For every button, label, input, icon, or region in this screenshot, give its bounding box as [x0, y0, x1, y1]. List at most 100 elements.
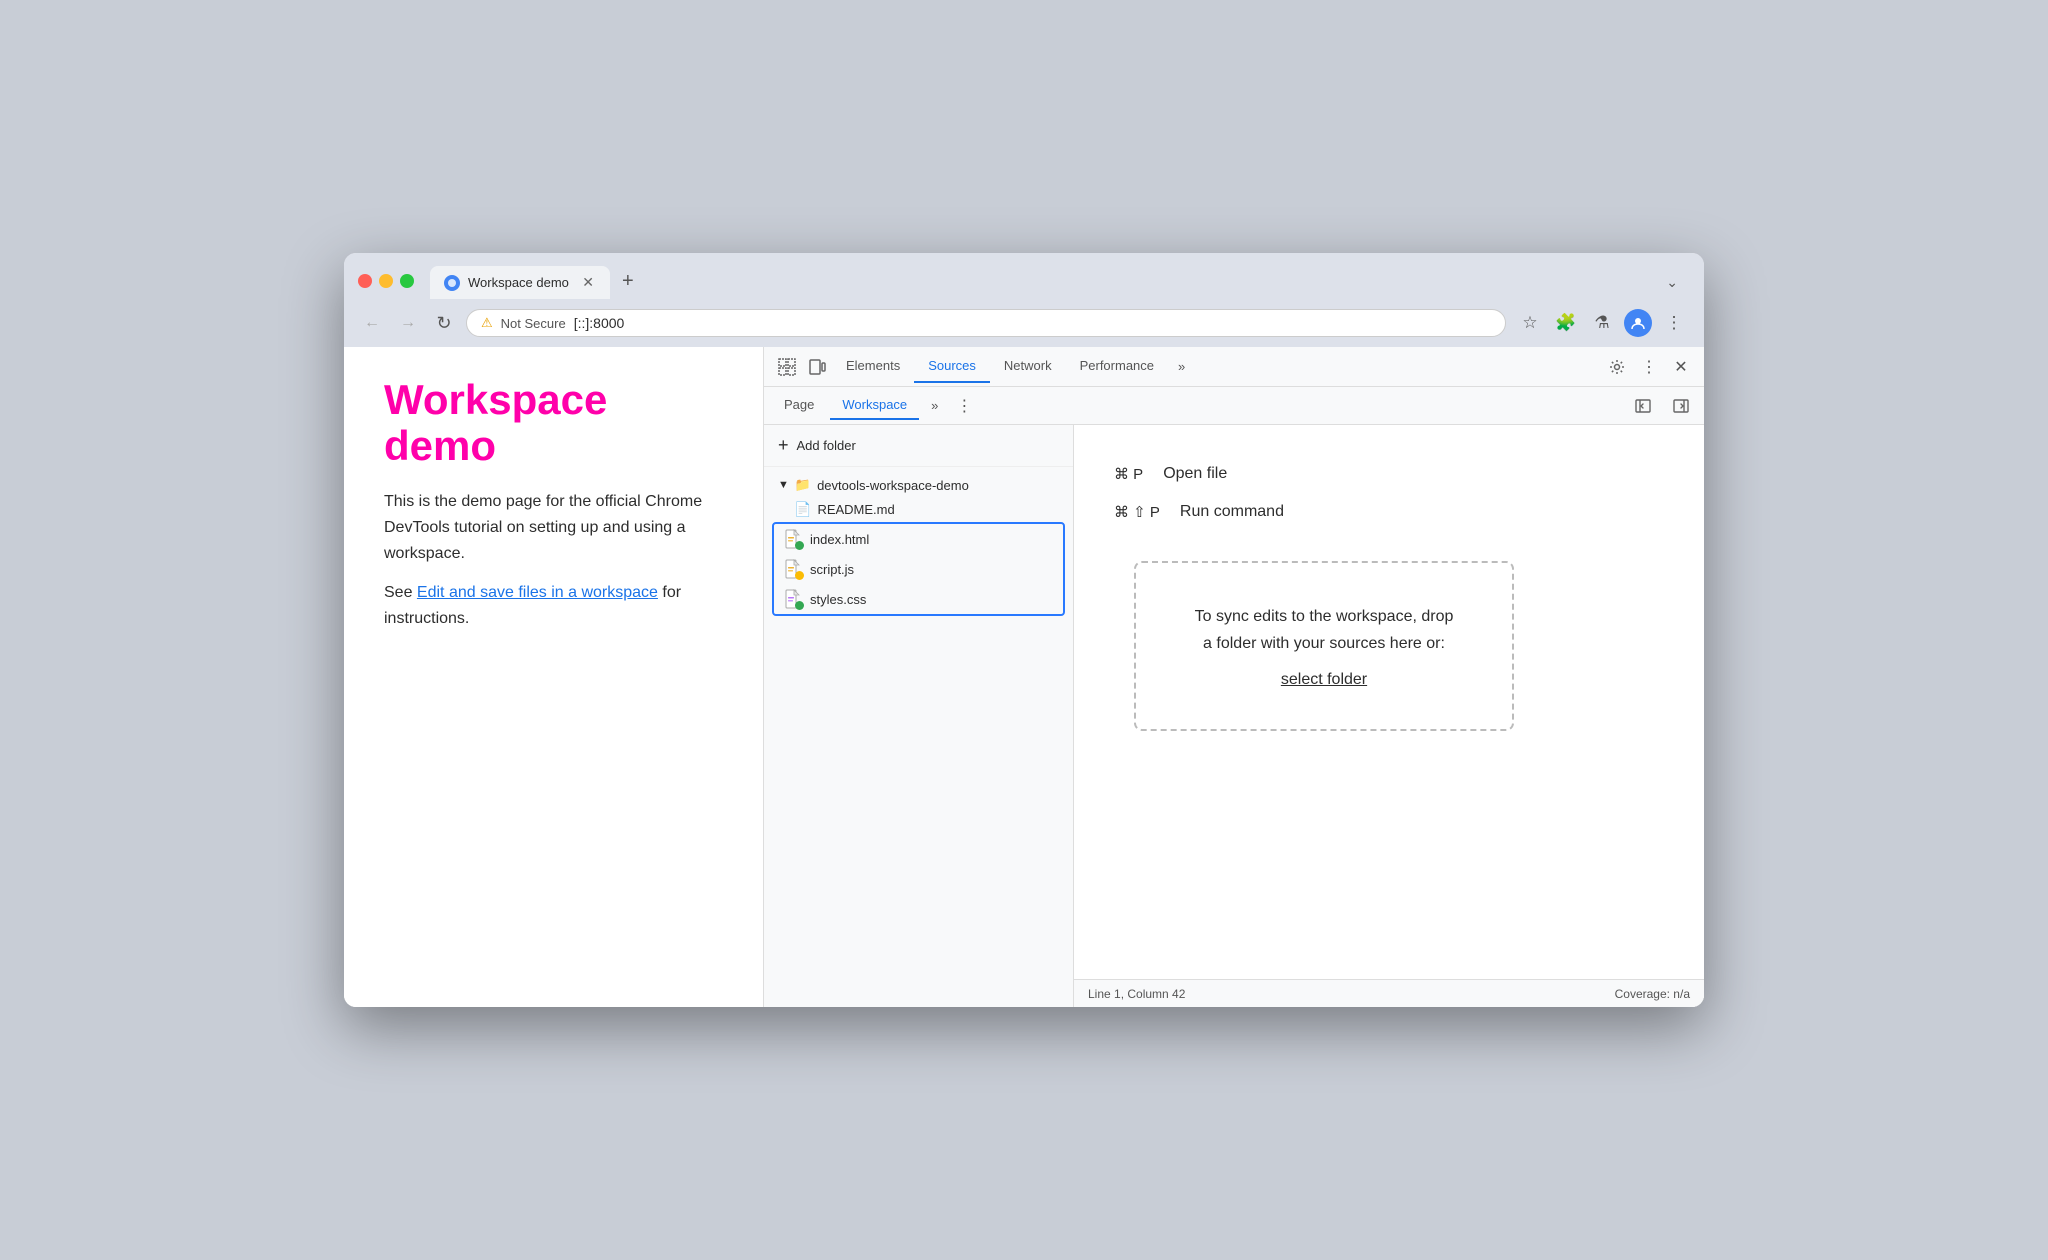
- highlighted-files-group: index.html: [772, 522, 1065, 616]
- extensions-button[interactable]: 🧩: [1550, 307, 1582, 339]
- workspace-drop-zone[interactable]: To sync edits to the workspace, drop a f…: [1134, 561, 1514, 731]
- extensions-icon: 🧩: [1555, 313, 1576, 333]
- toolbar: ← → ↻ ⚠ Not Secure [::]:8000 ☆ 🧩 ⚗: [344, 299, 1704, 347]
- security-icon: ⚠: [481, 315, 493, 331]
- more-tabs-button[interactable]: »: [1168, 351, 1195, 382]
- folder-expand-icon: ▼: [778, 479, 789, 491]
- scriptjs-icon: [784, 559, 802, 579]
- devtools-statusbar: Line 1, Column 42 Coverage: n/a: [1074, 979, 1704, 1007]
- tab-bar: Workspace demo ✕ + ⌄: [430, 263, 1690, 299]
- sources-more-tabs-button[interactable]: »: [923, 392, 946, 419]
- new-tab-button[interactable]: +: [610, 263, 646, 299]
- refresh-icon: ↻: [436, 313, 451, 334]
- hide-navigator-button[interactable]: [1628, 391, 1658, 421]
- tab-favicon: [444, 275, 460, 291]
- run-command-shortcut: ⌘ ⇧ P Run command: [1114, 503, 1284, 521]
- stylescss-file[interactable]: styles.css: [774, 584, 1063, 614]
- maximize-button[interactable]: [400, 274, 414, 288]
- shortcuts-area: ⌘ P Open file ⌘ ⇧ P Run command To sync …: [1074, 425, 1704, 979]
- sources-tab-workspace[interactable]: Workspace: [830, 391, 919, 420]
- indexhtml-icon: [784, 529, 802, 549]
- content-area: Workspace demo This is the demo page for…: [344, 347, 1704, 1007]
- open-file-keys: ⌘ P: [1114, 465, 1143, 483]
- devtools-settings-button[interactable]: [1602, 352, 1632, 382]
- traffic-lights: [358, 274, 414, 288]
- browser-tab[interactable]: Workspace demo ✕: [430, 266, 610, 299]
- avatar: [1624, 309, 1652, 337]
- workspace-tutorial-link[interactable]: Edit and save files in a workspace: [417, 584, 658, 601]
- drop-text: To sync edits to the workspace, drop a f…: [1195, 603, 1454, 657]
- back-button[interactable]: ←: [358, 309, 386, 337]
- forward-button[interactable]: →: [394, 309, 422, 337]
- scriptjs-dot: [795, 571, 804, 580]
- plus-icon: +: [778, 435, 789, 456]
- tab-elements[interactable]: Elements: [832, 350, 914, 383]
- stylescss-filename: styles.css: [810, 592, 866, 607]
- devtools-more-options[interactable]: ⋮: [1634, 352, 1664, 382]
- device-mode-button[interactable]: [802, 352, 832, 382]
- folder-icon: 📁: [795, 477, 811, 493]
- profile-picture-button[interactable]: [1622, 307, 1654, 339]
- readme-file[interactable]: 📄 README.md: [764, 497, 1073, 522]
- sources-content: + Add folder ▼ 📁 devtools-workspace-demo…: [764, 425, 1704, 1007]
- inspect-element-button[interactable]: [772, 352, 802, 382]
- tab-network[interactable]: Network: [990, 350, 1066, 383]
- scriptjs-file[interactable]: script.js: [774, 554, 1063, 584]
- file-tree: ▼ 📁 devtools-workspace-demo 📄 README.md: [764, 467, 1073, 1007]
- tab-sources[interactable]: Sources: [914, 350, 990, 383]
- minimize-button[interactable]: [379, 274, 393, 288]
- tab-performance[interactable]: Performance: [1066, 350, 1168, 383]
- close-button[interactable]: [358, 274, 372, 288]
- drop-text-line1: To sync edits to the workspace, drop: [1195, 608, 1454, 625]
- sources-bar: Page Workspace » ⋮: [764, 387, 1704, 425]
- devtools-top-right: ⋮ ✕: [1602, 352, 1696, 382]
- title-bar: Workspace demo ✕ + ⌄: [344, 253, 1704, 299]
- forward-icon: →: [400, 314, 416, 332]
- devtools-toggle-button[interactable]: ⚗: [1586, 307, 1618, 339]
- tab-close-button[interactable]: ✕: [580, 274, 596, 291]
- tab-title: Workspace demo: [468, 275, 572, 290]
- devtools-tabs: Elements Sources Network Performance »: [832, 350, 1602, 383]
- drop-text-line2: a folder with your sources here or:: [1203, 635, 1445, 652]
- collapse-panel-button[interactable]: [1666, 391, 1696, 421]
- stylescss-dot: [795, 601, 804, 610]
- run-command-keys: ⌘ ⇧ P: [1114, 503, 1160, 521]
- file-tree-panel: + Add folder ▼ 📁 devtools-workspace-demo…: [764, 425, 1074, 1007]
- toolbar-icons: ☆ 🧩 ⚗ ⋮: [1514, 307, 1690, 339]
- link-prefix: See: [384, 584, 417, 601]
- address-bar[interactable]: ⚠ Not Secure [::]:8000: [466, 309, 1506, 337]
- add-folder-label: Add folder: [797, 438, 856, 453]
- chrome-menu-button[interactable]: ⋮: [1658, 307, 1690, 339]
- editor-main: ⌘ P Open file ⌘ ⇧ P Run command To sync …: [1074, 425, 1704, 979]
- indexhtml-filename: index.html: [810, 532, 869, 547]
- editor-panel: ⌘ P Open file ⌘ ⇧ P Run command To sync …: [1074, 425, 1704, 1007]
- browser-window: Workspace demo ✕ + ⌄ ← → ↻ ⚠ Not Secure …: [344, 253, 1704, 1007]
- open-file-shortcut: ⌘ P Open file: [1114, 465, 1227, 483]
- bookmark-icon: ☆: [1522, 313, 1537, 333]
- scriptjs-filename: script.js: [810, 562, 854, 577]
- open-file-label: Open file: [1163, 465, 1227, 483]
- run-command-label: Run command: [1180, 503, 1284, 521]
- security-label: Not Secure: [501, 316, 566, 331]
- coverage-status: Coverage: n/a: [1615, 987, 1690, 1001]
- page-description: This is the demo page for the official C…: [384, 489, 723, 566]
- back-icon: ←: [364, 314, 380, 332]
- menu-icon: ⋮: [1666, 313, 1683, 333]
- page-link-paragraph: See Edit and save files in a workspace f…: [384, 580, 723, 631]
- add-folder-button[interactable]: + Add folder: [764, 425, 1073, 467]
- indexhtml-file[interactable]: index.html: [774, 524, 1063, 554]
- devtools-close-button[interactable]: ✕: [1666, 352, 1696, 382]
- workspace-folder[interactable]: ▼ 📁 devtools-workspace-demo: [764, 473, 1073, 497]
- tab-overflow-button[interactable]: ⌄: [1654, 266, 1690, 299]
- webpage: Workspace demo This is the demo page for…: [344, 347, 764, 1007]
- sources-right-buttons: [1628, 391, 1696, 421]
- select-folder-link[interactable]: select folder: [1281, 671, 1367, 689]
- bookmark-button[interactable]: ☆: [1514, 307, 1546, 339]
- indexhtml-dot: [795, 541, 804, 550]
- cursor-position: Line 1, Column 42: [1088, 987, 1185, 1001]
- devtools-icon: ⚗: [1594, 313, 1609, 333]
- page-title: Workspace demo: [384, 377, 723, 469]
- sources-tab-page[interactable]: Page: [772, 391, 826, 420]
- sources-options-button[interactable]: ⋮: [950, 390, 978, 422]
- refresh-button[interactable]: ↻: [430, 309, 458, 337]
